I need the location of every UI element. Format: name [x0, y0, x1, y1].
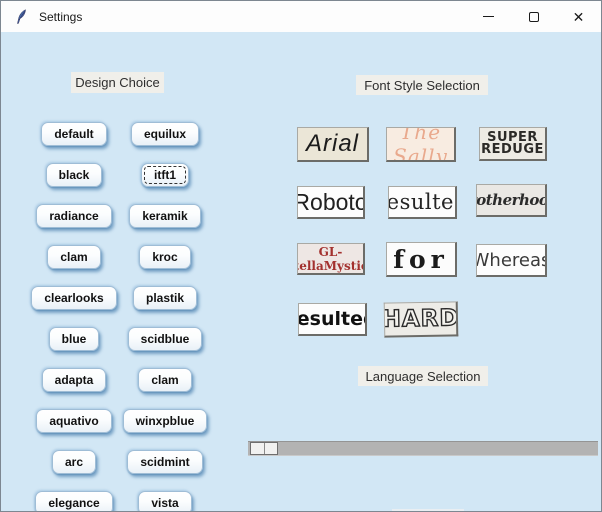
font-button-brotherhood[interactable]: brotherhood. [476, 184, 547, 217]
settings-window: Settings ✕ Design Choice Font Style Sele… [0, 0, 602, 512]
theme-button-equilux[interactable]: equilux [131, 122, 199, 146]
theme-button-clearlooks[interactable]: clearlooks [31, 286, 116, 310]
font-button-for[interactable]: for [386, 242, 457, 277]
theme-button-scidmint[interactable]: scidmint [127, 450, 202, 474]
theme-button-clam[interactable]: clam [47, 245, 100, 269]
settings-content: Design Choice Font Style Selection Langu… [1, 32, 601, 511]
font-button-the-sally[interactable]: The Sally [386, 127, 456, 162]
font-button-roboto[interactable]: Roboto [297, 186, 365, 219]
language-selection-heading: Language Selection [358, 366, 488, 386]
font-button-hard[interactable]: HARD [384, 301, 459, 337]
language-scrollbar[interactable] [248, 441, 598, 456]
font-button-arial[interactable]: Arial [297, 127, 369, 162]
theme-button-arc[interactable]: arc [52, 450, 96, 474]
window-title: Settings [39, 10, 82, 24]
window-controls: ✕ [466, 1, 601, 32]
font-button-whereas[interactable]: Whereas [476, 244, 547, 277]
theme-button-elegance[interactable]: elegance [35, 491, 112, 512]
design-choice-heading: Design Choice [71, 72, 164, 93]
theme-button-default[interactable]: default [41, 122, 106, 146]
theme-button-scidblue[interactable]: scidblue [128, 327, 203, 351]
theme-button-aquativo[interactable]: aquativo [36, 409, 111, 433]
language-scrollbar-thumb[interactable] [250, 442, 278, 455]
theme-button-radiance[interactable]: radiance [36, 204, 111, 228]
title-bar: Settings ✕ [1, 1, 601, 32]
theme-button-blue[interactable]: blue [49, 327, 100, 351]
font-button-resulted[interactable]: resulted [388, 186, 457, 219]
tkinter-feather-icon [14, 9, 29, 25]
theme-column-2: equilux itft1 keramik kroc plastik scidb… [105, 122, 225, 512]
font-button-super-reduge-line2: REDUGE [481, 144, 544, 156]
minimize-icon [483, 16, 494, 17]
font-button-gl-stellamystica[interactable]: GL-StellaMystica [297, 243, 365, 275]
theme-button-winxpblue[interactable]: winxpblue [123, 409, 208, 433]
font-button-resulted-bold[interactable]: resulted [298, 303, 367, 336]
theme-button-adapta[interactable]: adapta [42, 368, 107, 392]
theme-button-itft1[interactable]: itft1 [141, 163, 189, 187]
theme-button-keramik[interactable]: keramik [129, 204, 200, 228]
maximize-button[interactable] [511, 1, 556, 32]
theme-button-plastik[interactable]: plastik [133, 286, 197, 310]
theme-button-vista[interactable]: vista [138, 491, 191, 512]
close-button[interactable]: ✕ [556, 1, 601, 32]
font-button-super-reduge[interactable]: SUPER REDUGE [479, 127, 547, 161]
minimize-button[interactable] [466, 1, 511, 32]
theme-button-black[interactable]: black [46, 163, 103, 187]
close-icon: ✕ [573, 10, 585, 24]
theme-button-kroc[interactable]: kroc [139, 245, 190, 269]
theme-button-clam-2[interactable]: clam [138, 368, 191, 392]
font-style-heading: Font Style Selection [356, 75, 488, 95]
maximize-icon [529, 12, 539, 22]
